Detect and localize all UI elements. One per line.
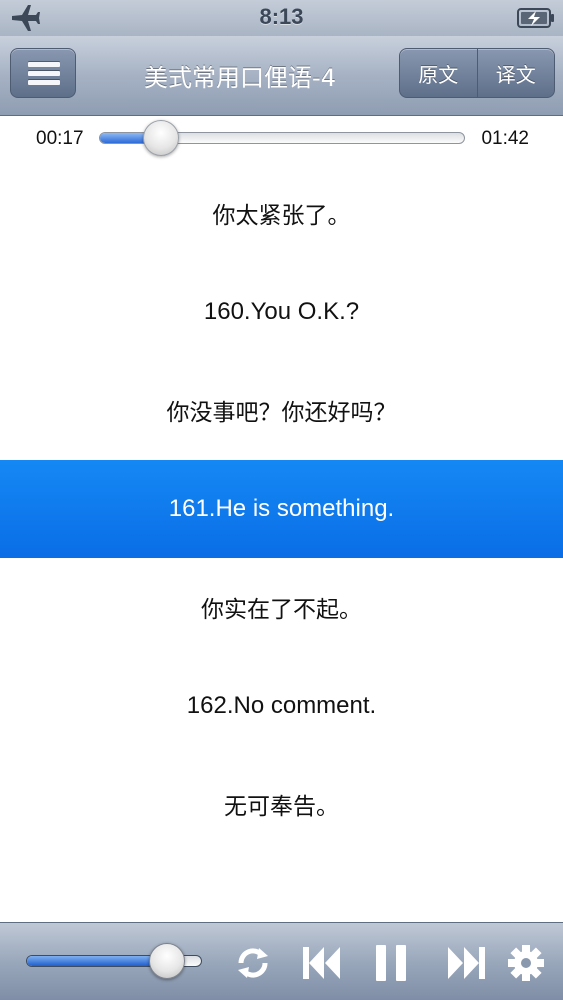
next-track-icon <box>448 947 485 979</box>
repeat-button[interactable] <box>232 943 274 983</box>
transcript-line-active[interactable]: 161.He is something. <box>0 459 563 558</box>
battery-charging-icon <box>517 8 554 28</box>
status-time: 8:13 <box>259 4 304 29</box>
page-title: 美式常用口俚语-4 <box>144 64 336 92</box>
translation-tab[interactable]: 译文 <box>476 49 555 97</box>
total-time: 01:42 <box>481 128 529 149</box>
transcript-line[interactable]: 你实在了不起。 <box>0 558 563 657</box>
settings-button[interactable] <box>505 943 547 983</box>
playback-toolbar <box>0 922 563 1000</box>
volume-fill <box>27 956 168 966</box>
status-bar: 8:13 <box>0 0 563 36</box>
pause-button[interactable] <box>370 943 412 983</box>
transcript-line[interactable]: 162.No comment. <box>0 657 563 756</box>
previous-track-icon <box>303 947 340 979</box>
menu-button[interactable] <box>10 48 76 98</box>
settings-gear-icon <box>508 945 544 981</box>
previous-button[interactable] <box>300 943 342 983</box>
transcript-line[interactable]: 你没事吧？你还好吗？ <box>0 361 563 460</box>
nav-bar: 美式常用口俚语-4 原文 译文 <box>0 36 563 116</box>
text-mode-segmented-control: 原文 译文 <box>399 48 555 98</box>
volume-slider-thumb[interactable] <box>148 943 185 979</box>
repeat-icon <box>238 948 268 978</box>
elapsed-time: 00:17 <box>36 128 84 149</box>
original-text-tab[interactable]: 原文 <box>400 49 477 97</box>
transcript-list: 你太紧张了。 160.You O.K.? 你没事吧？你还好吗？ 161.He i… <box>0 164 563 922</box>
next-button[interactable] <box>446 943 488 983</box>
transcript-line[interactable]: 无可奉告。 <box>0 755 563 854</box>
playback-progress: 00:17 01:42 <box>0 116 563 164</box>
transcript-line[interactable]: 160.You O.K.? <box>0 263 563 362</box>
pause-icon <box>376 945 406 981</box>
transcript-line[interactable]: 你太紧张了。 <box>0 164 563 263</box>
progress-thumb[interactable] <box>143 120 180 156</box>
